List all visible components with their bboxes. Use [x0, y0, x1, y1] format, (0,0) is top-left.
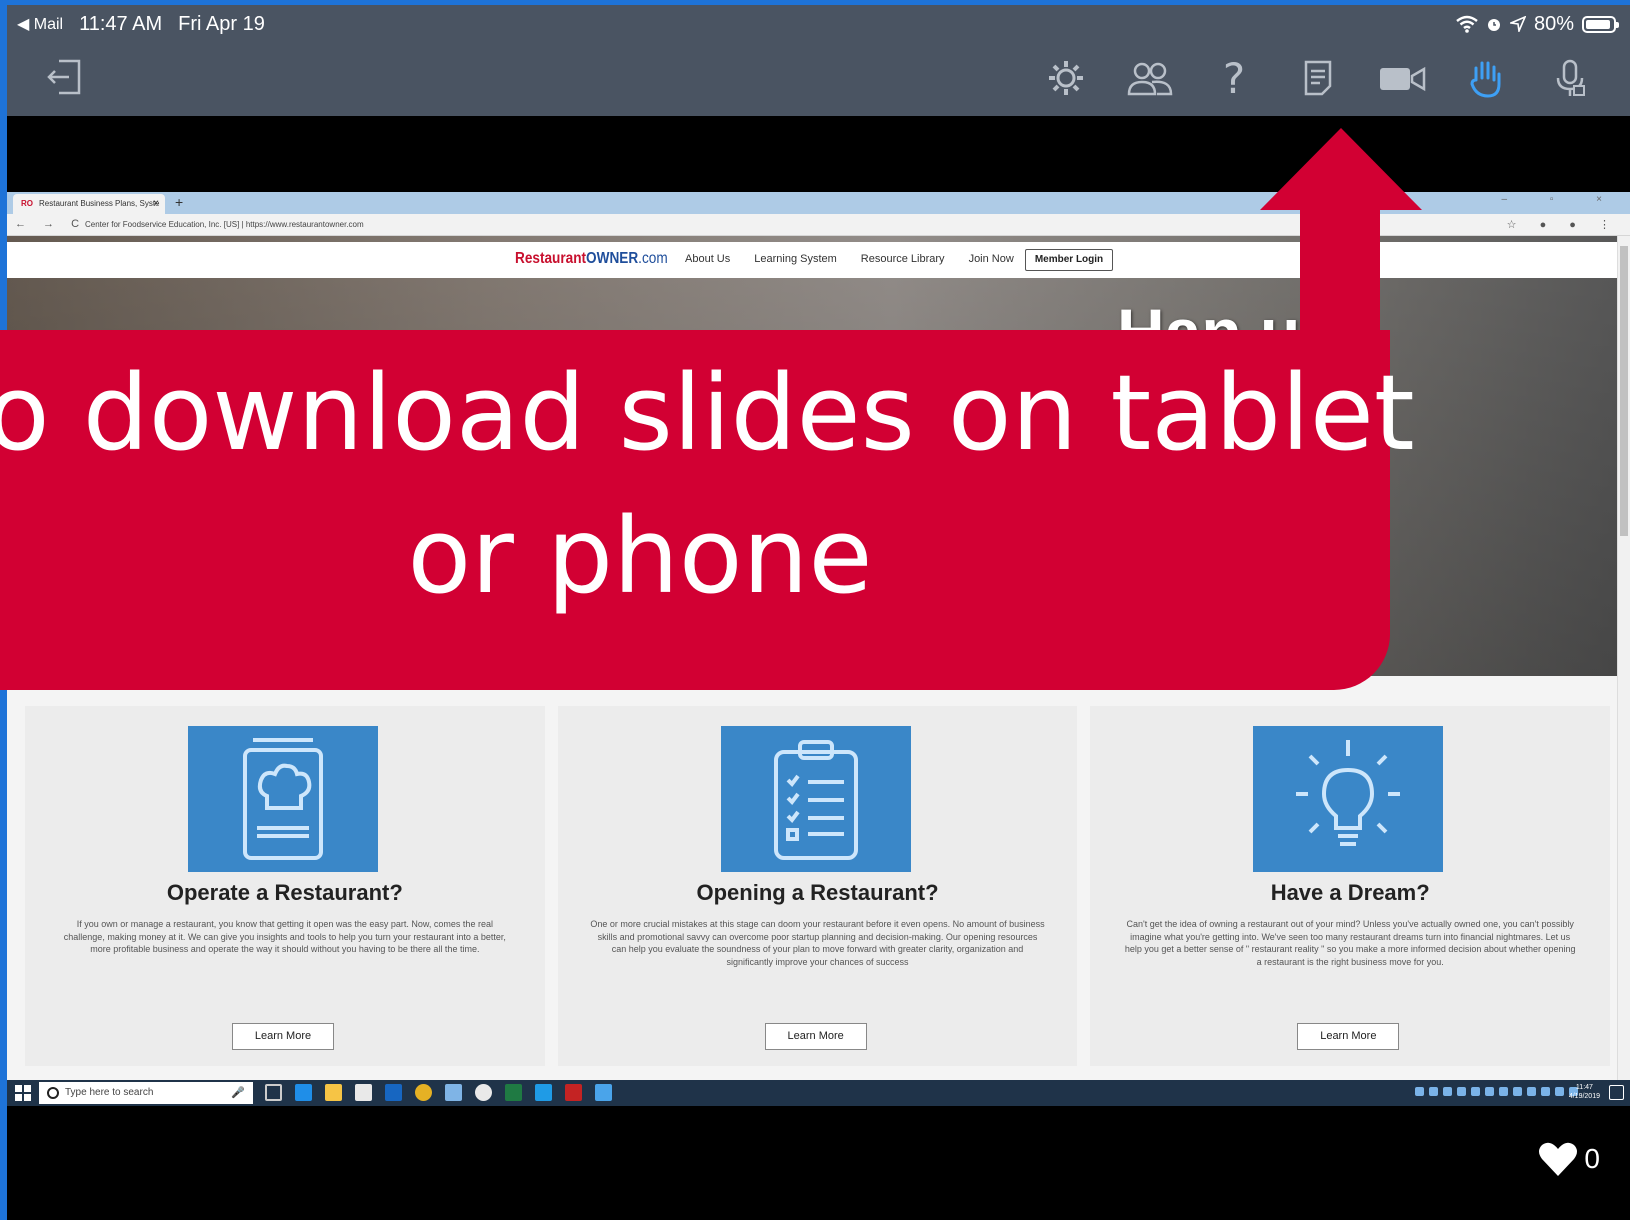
- toolbar-icons: ?: [1024, 53, 1612, 103]
- callout-arrow-head: [1260, 128, 1422, 210]
- nav-join-now[interactable]: Join Now: [969, 253, 1014, 265]
- browser-nav-icons[interactable]: ← → C: [15, 218, 86, 230]
- lightbulb-icon: [1253, 726, 1444, 872]
- member-login-button[interactable]: Member Login: [1025, 249, 1113, 271]
- snowflake-app-icon[interactable]: [595, 1084, 612, 1101]
- clipboard-checklist-icon: [720, 726, 911, 872]
- tray-icon[interactable]: [1457, 1087, 1466, 1096]
- nav-learning-system[interactable]: Learning System: [754, 253, 837, 265]
- video-camera-icon[interactable]: [1360, 55, 1444, 101]
- notes-icon[interactable]: [1276, 55, 1360, 101]
- card-text: Can't get the idea of owning a restauran…: [1124, 919, 1576, 967]
- tray-icon[interactable]: [1555, 1087, 1564, 1096]
- card-text: If you own or manage a restaurant, you k…: [63, 919, 506, 954]
- tray-icon[interactable]: [1415, 1087, 1424, 1096]
- notes-app-icon[interactable]: [445, 1084, 462, 1101]
- chrome-icon[interactable]: [415, 1084, 432, 1101]
- wifi-icon: [1456, 15, 1478, 33]
- battery-icon: [1582, 15, 1619, 33]
- scroll-thumb[interactable]: [1620, 246, 1628, 536]
- outlook-icon[interactable]: [385, 1084, 402, 1101]
- taskbar-search-placeholder: Type here to search: [65, 1087, 154, 1098]
- app-circle-icon[interactable]: [475, 1084, 492, 1101]
- nav-about-us[interactable]: About Us: [685, 253, 730, 265]
- heart-icon[interactable]: [1538, 1140, 1578, 1178]
- tray-icon[interactable]: [1499, 1087, 1508, 1096]
- exit-icon[interactable]: [45, 57, 85, 97]
- tray-icon[interactable]: [1429, 1087, 1438, 1096]
- alarm-icon: [1487, 19, 1500, 31]
- app-toolbar: ◀ Mail 11:47 AM Fri Apr 19 80% ?: [7, 5, 1630, 116]
- cortana-icon: [47, 1087, 59, 1099]
- learn-more-button[interactable]: Learn More: [232, 1023, 334, 1050]
- tab-close-icon[interactable]: ×: [153, 198, 159, 209]
- microphone-icon[interactable]: [1528, 55, 1612, 101]
- card-title: Opening a Restaurant?: [696, 880, 939, 905]
- reactions[interactable]: 0: [1538, 1140, 1600, 1178]
- windows-start-icon[interactable]: [15, 1085, 31, 1101]
- status-bar-right: 80%: [1456, 9, 1619, 39]
- skype-icon[interactable]: [535, 1084, 552, 1101]
- menu-chef-hat-icon: [188, 726, 378, 872]
- tray-icon[interactable]: [1513, 1087, 1522, 1096]
- card-opening: Opening a Restaurant? One or more crucia…: [557, 706, 1078, 1066]
- task-view-icon[interactable]: [265, 1084, 282, 1101]
- window-controls[interactable]: – ▫ ×: [1501, 194, 1622, 205]
- card-title: Have a Dream?: [1270, 880, 1430, 905]
- site-logo[interactable]: RestaurantOWNER.com: [515, 250, 668, 268]
- nav-resource-library[interactable]: Resource Library: [861, 253, 945, 265]
- learn-more-button[interactable]: Learn More: [764, 1023, 867, 1050]
- file-explorer-icon[interactable]: [325, 1084, 342, 1101]
- learn-more-button[interactable]: Learn More: [1297, 1023, 1400, 1050]
- tab-favicon: RO: [21, 199, 33, 208]
- new-tab-button[interactable]: +: [175, 194, 183, 210]
- help-icon[interactable]: ?: [1192, 53, 1276, 103]
- tray-icon[interactable]: [1485, 1087, 1494, 1096]
- callout-banner: o download slides on tablet or phone: [0, 330, 1415, 690]
- taskbar-search-input[interactable]: Type here to search 🎤: [39, 1082, 253, 1104]
- callout-line-1: o download slides on tablet: [0, 352, 1415, 474]
- card-text: One or more crucial mistakes at this sta…: [590, 919, 1045, 967]
- address-url[interactable]: Center for Foodservice Education, Inc. […: [85, 220, 364, 229]
- tab-title: Restaurant Business Plans, Syste: [39, 199, 160, 208]
- callout-arrow-shaft: [1300, 206, 1380, 346]
- store-icon[interactable]: [355, 1084, 372, 1101]
- feature-cards: Operate a Restaurant? If you own or mana…: [25, 706, 1611, 1066]
- likes-count: 0: [1584, 1143, 1600, 1174]
- windows-taskbar: Type here to search 🎤 11:47 4/19/2019: [7, 1080, 1630, 1106]
- taskbar-apps: [265, 1084, 612, 1101]
- site-nav-links: About Us Learning System Resource Librar…: [685, 253, 1014, 265]
- taskbar-mic-icon[interactable]: 🎤: [231, 1086, 245, 1099]
- location-arrow-icon: [1509, 16, 1526, 32]
- settings-gear-icon[interactable]: [1024, 55, 1108, 101]
- card-title: Operate a Restaurant?: [166, 880, 403, 905]
- browser-extension-icons[interactable]: ☆ ● ● ⋮: [1507, 218, 1620, 231]
- tray-icon[interactable]: [1527, 1087, 1536, 1096]
- status-bar-left: ◀ Mail 11:47 AM Fri Apr 19: [17, 9, 265, 39]
- screenshot-root: ◀ Mail 11:47 AM Fri Apr 19 80% ? RO Rest…: [0, 0, 1630, 1220]
- browser-tab[interactable]: RO Restaurant Business Plans, Syste ×: [13, 194, 165, 214]
- taskbar-clock[interactable]: 11:47 4/19/2019: [1569, 1083, 1600, 1101]
- raise-hand-icon[interactable]: [1444, 55, 1528, 101]
- edge-icon[interactable]: [295, 1084, 312, 1101]
- callout-text: o download slides on tablet or phone: [0, 342, 1415, 628]
- acrobat-icon[interactable]: [565, 1084, 582, 1101]
- participants-icon[interactable]: [1108, 55, 1192, 101]
- status-time: 11:47 AM: [79, 12, 163, 35]
- tray-icon[interactable]: [1443, 1087, 1452, 1096]
- callout-line-2: or phone: [407, 495, 873, 617]
- excel-icon[interactable]: [505, 1084, 522, 1101]
- status-date: Fri Apr 19: [178, 12, 265, 35]
- system-tray: [1415, 1087, 1578, 1096]
- tray-icon[interactable]: [1541, 1087, 1550, 1096]
- help-glyph: ?: [1222, 53, 1246, 103]
- page-scrollbar[interactable]: [1617, 236, 1630, 1106]
- card-operate: Operate a Restaurant? If you own or mana…: [25, 706, 545, 1066]
- notification-icon[interactable]: [1609, 1085, 1624, 1100]
- battery-percent: 80%: [1533, 12, 1574, 35]
- browser-address-bar: ← → C Center for Foodservice Education, …: [7, 214, 1630, 236]
- card-dream: Have a Dream? Can't get the idea of owni…: [1090, 706, 1611, 1066]
- back-to-mail-link[interactable]: ◀ Mail: [17, 14, 63, 34]
- tray-icon[interactable]: [1471, 1087, 1480, 1096]
